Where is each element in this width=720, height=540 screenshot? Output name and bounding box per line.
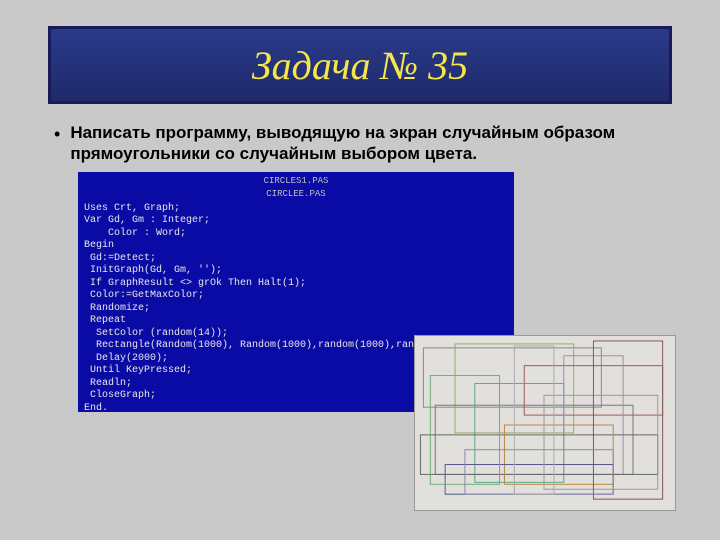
slide-title: Задача № 35 [252, 42, 468, 89]
code-line: Color : Word; [84, 228, 508, 241]
output-rect [420, 435, 657, 475]
code-filename-2: CIRCLEE.PAS [84, 189, 508, 200]
code-line: Var Gd, Gm : Integer; [84, 215, 508, 228]
code-line: If GraphResult <> grOk Then Halt(1); [84, 278, 508, 291]
bullet-icon: • [54, 124, 60, 145]
output-rect [445, 465, 613, 495]
task-description: Написать программу, выводящую на экран с… [70, 122, 674, 165]
program-output [414, 335, 676, 511]
output-rect [593, 341, 662, 499]
code-line: Begin [84, 240, 508, 253]
code-line: Uses Crt, Graph; [84, 203, 508, 216]
code-filename-1: CIRCLES1.PAS [84, 176, 508, 187]
code-line: Randomize; [84, 303, 508, 316]
output-rect [544, 395, 658, 489]
code-line: InitGraph(Gd, Gm, ''); [84, 265, 508, 278]
code-line: Repeat [84, 315, 508, 328]
output-rect [423, 348, 601, 407]
output-canvas [415, 336, 675, 510]
output-rect [465, 450, 613, 494]
code-line: Color:=GetMaxColor; [84, 290, 508, 303]
title-box: Задача № 35 [48, 26, 672, 104]
output-rect [514, 346, 554, 494]
output-rect [504, 425, 613, 484]
task-row: • Написать программу, выводящую на экран… [54, 122, 674, 165]
code-line: Gd:=Detect; [84, 253, 508, 266]
